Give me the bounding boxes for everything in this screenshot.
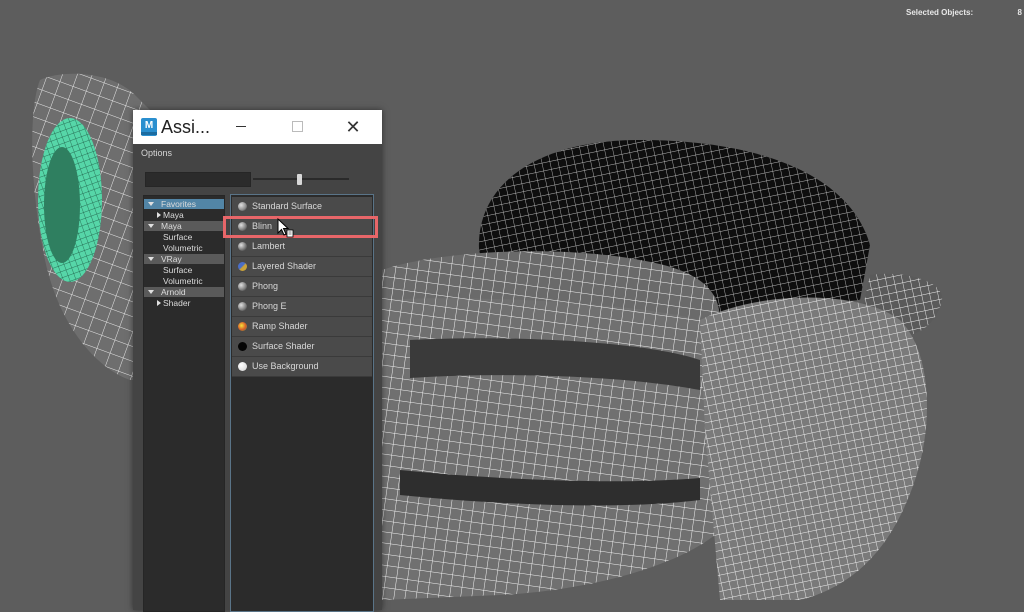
expand-arrow-icon[interactable] xyxy=(148,224,154,228)
shader-label: Ramp Shader xyxy=(252,321,308,331)
shader-label: Phong E xyxy=(252,301,287,311)
shader-item[interactable]: Layered Shader xyxy=(232,257,372,277)
minimize-button[interactable] xyxy=(227,116,255,138)
minimize-icon xyxy=(236,126,246,128)
tree-label: Maya xyxy=(161,221,182,231)
selected-objects-label: Selected Objects: xyxy=(906,8,974,17)
tree-label: Maya xyxy=(163,210,184,220)
collapsed-arrow-icon[interactable] xyxy=(157,212,161,218)
tree-item[interactable]: Surface xyxy=(144,232,224,242)
mouse-cursor-icon xyxy=(277,218,294,238)
tree-label: VRay xyxy=(161,254,182,264)
ramp-sphere-icon xyxy=(238,322,247,331)
tree-label: Favorites xyxy=(161,199,196,209)
blinn-highlight-box xyxy=(223,216,378,238)
tree-label: Shader xyxy=(163,298,191,308)
white-sphere-icon xyxy=(238,362,247,371)
shader-list: Standard Surface Blinn Lambert Layered Shad… xyxy=(230,194,374,612)
expand-arrow-icon[interactable] xyxy=(148,290,154,294)
shader-label: Phong xyxy=(252,281,279,291)
tree-label: Surface xyxy=(163,232,193,242)
shader-label: Surface Shader xyxy=(252,341,315,351)
tree-item[interactable]: Surface xyxy=(144,265,224,275)
tree-item[interactable]: Volumetric xyxy=(144,243,224,253)
expand-arrow-icon[interactable] xyxy=(148,257,154,261)
maya-app-icon: M xyxy=(141,118,157,136)
tree-item[interactable]: Shader xyxy=(144,298,224,308)
gray-sphere-icon xyxy=(238,282,247,291)
close-button[interactable]: ✕ xyxy=(339,116,367,138)
gray-sphere-icon xyxy=(238,242,247,251)
shader-item[interactable]: Standard Surface xyxy=(232,197,372,217)
tree-label: Surface xyxy=(163,265,193,275)
app-icon-letter: M xyxy=(144,120,154,131)
gray-sphere-icon xyxy=(238,302,247,311)
tree-label: Volumetric xyxy=(163,243,203,253)
tree-category[interactable]: Maya xyxy=(144,221,224,231)
shader-item[interactable]: Phong E xyxy=(232,297,372,317)
icon-size-slider-handle[interactable] xyxy=(297,174,302,185)
options-menu[interactable]: Options xyxy=(141,148,172,158)
window-title: Assi... xyxy=(161,117,211,137)
tree-label: Volumetric xyxy=(163,276,203,286)
headset-mesh xyxy=(382,140,943,600)
expand-arrow-icon[interactable] xyxy=(148,202,154,206)
search-input[interactable] xyxy=(145,172,251,187)
assign-material-dialog: M Assi... ✕ Options Favorites Maya Maya Sur… xyxy=(133,110,382,612)
shader-item[interactable]: Ramp Shader xyxy=(232,317,372,337)
selected-objects-count: 8 xyxy=(1017,8,1022,17)
tree-label: Arnold xyxy=(161,287,186,297)
tree-item[interactable]: Maya xyxy=(144,210,224,220)
tree-category[interactable]: Favorites xyxy=(144,199,224,209)
tree-category[interactable]: Arnold xyxy=(144,287,224,297)
black-sphere-icon xyxy=(238,342,247,351)
shader-item[interactable]: Surface Shader xyxy=(232,337,372,357)
shader-item[interactable]: Lambert xyxy=(232,237,372,257)
shader-item[interactable]: Use Background xyxy=(232,357,372,377)
maximize-button[interactable] xyxy=(283,116,311,138)
shader-label: Use Background xyxy=(252,361,319,371)
gray-sphere-icon xyxy=(238,202,247,211)
tree-item[interactable]: Volumetric xyxy=(144,276,224,286)
tree-category[interactable]: VRay xyxy=(144,254,224,264)
category-tree: Favorites Maya Maya Surface Volumetric VRay Su… xyxy=(143,195,225,612)
title-bar[interactable]: M Assi... ✕ xyxy=(133,110,382,144)
shader-item[interactable]: Phong xyxy=(232,277,372,297)
layered-sphere-icon xyxy=(238,262,247,271)
maximize-icon xyxy=(291,121,303,133)
hud-overlay: Selected Objects: 8 xyxy=(824,8,1024,22)
shader-label: Standard Surface xyxy=(252,201,323,211)
close-icon: ✕ xyxy=(345,117,361,137)
shader-label: Layered Shader xyxy=(252,261,317,271)
collapsed-arrow-icon[interactable] xyxy=(157,300,161,306)
